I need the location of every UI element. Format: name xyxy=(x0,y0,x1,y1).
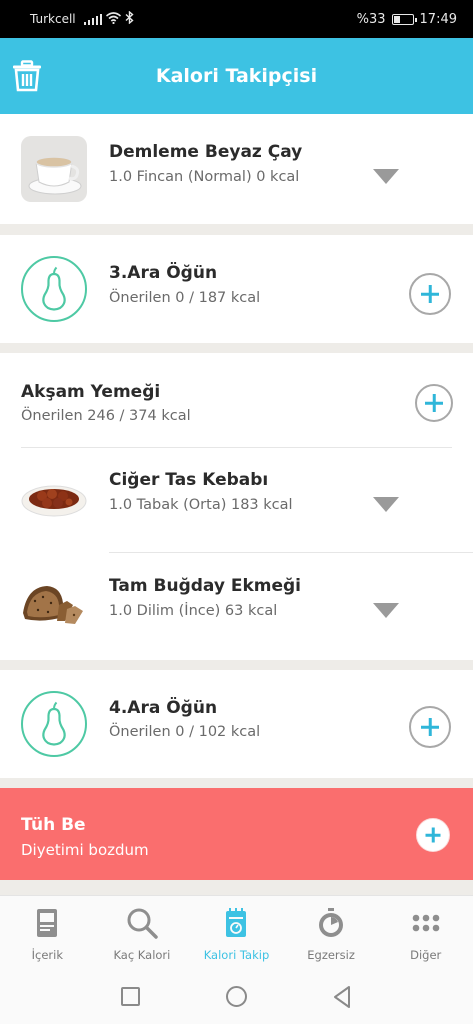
nav-label: Kaç Kalori xyxy=(113,948,171,962)
wifi-icon xyxy=(105,11,121,27)
divider xyxy=(21,447,452,448)
add-food-button[interactable] xyxy=(409,273,451,315)
food-title: Ciğer Tas Kebabı xyxy=(109,470,269,490)
meal-title: 3.Ara Öğün xyxy=(109,263,218,283)
carrier-name: Turkcell xyxy=(30,12,76,26)
tuh-be-title: Tüh Be xyxy=(21,815,86,835)
bluetooth-icon xyxy=(125,10,134,27)
add-food-button[interactable] xyxy=(409,706,451,748)
meal-title: 4.Ara Öğün xyxy=(109,698,218,718)
book-icon xyxy=(30,906,64,940)
nav-item-kac-kalori[interactable]: Kaç Kalori xyxy=(95,896,190,971)
food-detail: 1.0 Fincan (Normal) 0 kcal xyxy=(109,169,300,185)
chevron-down-icon[interactable] xyxy=(373,169,399,184)
food-detail: 1.0 Dilim (İnce) 63 kcal xyxy=(109,603,278,619)
meal-section-ara4: 4.Ara Öğün Önerilen 0 / 102 kcal xyxy=(0,670,473,778)
nav-label: İçerik xyxy=(31,948,63,962)
nav-item-egzersiz[interactable]: Egzersiz xyxy=(284,896,379,971)
signal-icon xyxy=(83,13,102,25)
food-title: Tam Buğday Ekmeği xyxy=(109,576,302,596)
meal-section-ara3: 3.Ara Öğün Önerilen 0 / 187 kcal xyxy=(0,235,473,343)
tuh-be-subtitle: Diyetimi bozdum xyxy=(21,841,149,859)
add-cheat-button[interactable] xyxy=(416,818,450,852)
app-header: Kalori Takipçisi xyxy=(0,38,473,114)
tuh-be-card[interactable]: Tüh Be Diyetimi bozdum xyxy=(0,788,473,880)
pear-icon xyxy=(21,691,87,757)
nav-item-icerik[interactable]: İçerik xyxy=(0,896,95,971)
more-dots-icon xyxy=(409,906,443,940)
pear-icon xyxy=(21,256,87,322)
meal-section-aksam: Akşam Yemeği Önerilen 246 / 374 kcal Ciğ… xyxy=(0,353,473,660)
meal-recommended: Önerilen 0 / 187 kcal xyxy=(109,290,261,306)
nav-label: Diğer xyxy=(410,948,442,962)
nav-item-kalori-takip[interactable]: Kalori Takip xyxy=(189,896,284,971)
chevron-down-icon[interactable] xyxy=(373,603,399,618)
bread-image xyxy=(21,581,87,627)
bottom-nav: İçerik Kaç Kalori Kalori Takip Egzersiz … xyxy=(0,895,473,971)
add-food-button[interactable] xyxy=(415,384,453,422)
liver-kebab-image xyxy=(21,475,87,519)
system-navigation-bar xyxy=(0,971,473,1024)
tea-cup-image xyxy=(21,136,87,202)
nav-label: Kalori Takip xyxy=(203,948,270,962)
meal-recommended: Önerilen 0 / 102 kcal xyxy=(109,724,261,740)
home-icon[interactable] xyxy=(226,986,247,1007)
nav-label: Egzersiz xyxy=(307,948,355,962)
calendar-icon xyxy=(219,906,253,940)
food-entry-demleme[interactable]: Demleme Beyaz Çay 1.0 Fincan (Normal) 0 … xyxy=(0,114,473,224)
page-title: Kalori Takipçisi xyxy=(155,65,318,87)
battery-level xyxy=(393,15,400,23)
meal-recommended: Önerilen 246 / 374 kcal xyxy=(21,408,191,424)
back-icon[interactable] xyxy=(332,985,352,1009)
meal-title: Akşam Yemeği xyxy=(21,382,161,402)
food-title: Demleme Beyaz Çay xyxy=(109,142,303,162)
recent-apps-icon[interactable] xyxy=(121,987,140,1006)
clock: 17:49 xyxy=(419,11,457,27)
chevron-down-icon[interactable] xyxy=(373,497,399,512)
battery-percentage: %33 xyxy=(356,11,386,27)
battery-icon xyxy=(391,13,417,25)
stopwatch-icon xyxy=(314,906,348,940)
search-icon xyxy=(125,906,159,940)
food-detail: 1.0 Tabak (Orta) 183 kcal xyxy=(109,497,293,513)
divider xyxy=(109,552,473,553)
nav-item-diger[interactable]: Diğer xyxy=(378,896,473,971)
status-bar: Turkcell %33 17:49 xyxy=(0,0,473,38)
trash-icon[interactable] xyxy=(12,60,42,92)
